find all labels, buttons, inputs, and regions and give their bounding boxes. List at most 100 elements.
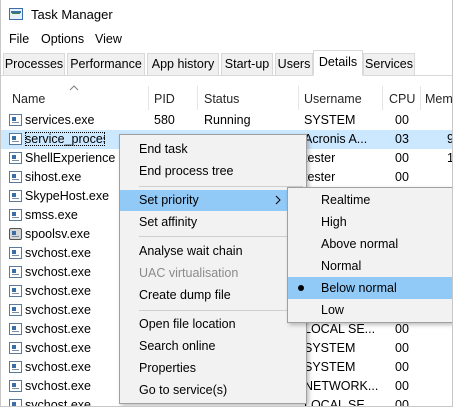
process-icon <box>9 190 22 202</box>
table-row[interactable]: services.exe 580 Running SYSTEM 00 <box>1 111 452 130</box>
menu-label: Normal <box>321 259 362 273</box>
tab-start-up[interactable]: Start-up <box>221 53 273 75</box>
menu-create-dump-file[interactable]: Create dump file <box>120 285 306 306</box>
process-icon <box>9 399 22 406</box>
process-icon <box>9 285 22 297</box>
priority-realtime[interactable]: Realtime <box>288 189 452 211</box>
printer-icon <box>9 228 22 240</box>
process-cpu: 00 <box>395 151 409 165</box>
menu-uac-virtualisation: UAC virtualisation <box>120 263 306 284</box>
menu-label: Realtime <box>321 193 371 207</box>
menu-go-to-services[interactable]: Go to service(s) <box>120 380 306 401</box>
tab-processes[interactable]: Processes <box>3 53 65 75</box>
process-username: LOCAL SE... <box>304 322 376 336</box>
radio-selected-icon <box>298 285 304 291</box>
menu-end-process-tree[interactable]: End process tree <box>120 161 306 182</box>
process-cpu: 03 <box>395 132 409 146</box>
menu-label: End process tree <box>139 164 234 178</box>
priority-below-normal[interactable]: Below normal <box>288 277 452 299</box>
tab-details[interactable]: Details <box>313 50 363 76</box>
process-icon <box>9 133 22 145</box>
process-cpu: 00 <box>395 379 409 393</box>
column-divider[interactable] <box>197 86 198 110</box>
menu-separator <box>139 310 303 311</box>
tab-strip: Processes Performance App history Start-… <box>1 50 452 76</box>
process-icon <box>9 114 22 126</box>
process-pid: 580 <box>154 113 175 127</box>
process-name: ShellExperience <box>25 151 116 165</box>
menu-label: End task <box>139 142 188 156</box>
menu-end-task[interactable]: End task <box>120 139 306 160</box>
process-icon <box>9 342 22 354</box>
process-name: service_process <box>25 132 105 146</box>
task-manager-icon <box>9 8 23 20</box>
column-divider[interactable] <box>382 86 383 110</box>
process-cpu: 00 <box>395 341 409 355</box>
process-username: NETWORK... <box>304 379 379 393</box>
tab-services[interactable]: Services <box>363 53 415 75</box>
window-title: Task Manager <box>31 7 113 22</box>
menu-open-file-location[interactable]: Open file location <box>120 314 306 335</box>
chevron-right-icon <box>275 195 281 205</box>
process-name: svchost.exe <box>25 360 92 374</box>
process-name: sihost.exe <box>25 170 82 184</box>
column-divider[interactable] <box>298 86 299 110</box>
process-icon <box>9 323 22 335</box>
process-cpu: 00 <box>395 398 409 407</box>
process-name: smss.exe <box>25 208 78 222</box>
process-username: Acronis A... <box>304 132 368 146</box>
task-manager-window: Task Manager File Options View Processes… <box>0 0 453 407</box>
menu-set-priority[interactable]: Set priority <box>120 190 306 211</box>
menu-search-online[interactable]: Search online <box>120 336 306 357</box>
process-icon <box>9 380 22 392</box>
process-name: SkypeHost.exe <box>25 189 110 203</box>
column-pid[interactable]: PID <box>154 92 175 106</box>
column-memory[interactable]: Memo <box>425 92 452 106</box>
menu-label: High <box>321 215 347 229</box>
menu-file[interactable]: File <box>7 32 31 46</box>
process-username: tester <box>304 151 336 165</box>
process-icon <box>9 247 22 259</box>
column-username[interactable]: Username <box>304 92 362 106</box>
process-name: svchost.exe <box>25 322 92 336</box>
process-status: Running <box>204 113 251 127</box>
process-name: svchost.exe <box>25 265 92 279</box>
tab-performance[interactable]: Performance <box>67 53 145 75</box>
process-username: SYSTEM <box>304 341 356 355</box>
menu-label: Analyse wait chain <box>139 244 243 258</box>
column-name[interactable]: Name <box>12 92 45 106</box>
priority-normal[interactable]: Normal <box>288 255 452 277</box>
column-divider[interactable] <box>148 86 149 110</box>
menu-analyse-wait-chain[interactable]: Analyse wait chain <box>120 241 306 262</box>
process-name: spoolsv.exe <box>25 227 91 241</box>
process-cpu: 00 <box>395 113 409 127</box>
title-bar[interactable]: Task Manager <box>1 0 452 30</box>
menu-properties[interactable]: Properties <box>120 358 306 379</box>
tab-users[interactable]: Users <box>275 53 313 75</box>
process-username: LOCAL SE... <box>304 398 376 407</box>
priority-above-normal[interactable]: Above normal <box>288 233 452 255</box>
process-name: services.exe <box>25 113 95 127</box>
process-name: svchost.exe <box>25 398 92 407</box>
menu-separator <box>139 186 303 187</box>
process-icon <box>9 304 22 316</box>
column-status[interactable]: Status <box>204 92 239 106</box>
column-cpu[interactable]: CPU <box>389 92 415 106</box>
menu-view[interactable]: View <box>93 32 124 46</box>
process-icon <box>9 361 22 373</box>
process-username: SYSTEM <box>304 360 356 374</box>
menu-label: Set affinity <box>139 215 198 229</box>
priority-high[interactable]: High <box>288 211 452 233</box>
process-name: svchost.exe <box>25 246 92 260</box>
context-menu: End task End process tree Set priority S… <box>119 134 307 404</box>
tab-app-history[interactable]: App history <box>147 53 219 75</box>
menu-label: Below normal <box>321 281 397 295</box>
column-divider[interactable] <box>420 86 421 110</box>
menu-separator <box>139 236 303 237</box>
priority-submenu: Realtime High Above normal Normal Below … <box>287 187 452 323</box>
menu-options[interactable]: Options <box>39 32 86 46</box>
priority-low[interactable]: Low <box>288 299 452 321</box>
menu-set-affinity[interactable]: Set affinity <box>120 212 306 233</box>
process-cpu: 00 <box>395 360 409 374</box>
process-name: svchost.exe <box>25 303 92 317</box>
